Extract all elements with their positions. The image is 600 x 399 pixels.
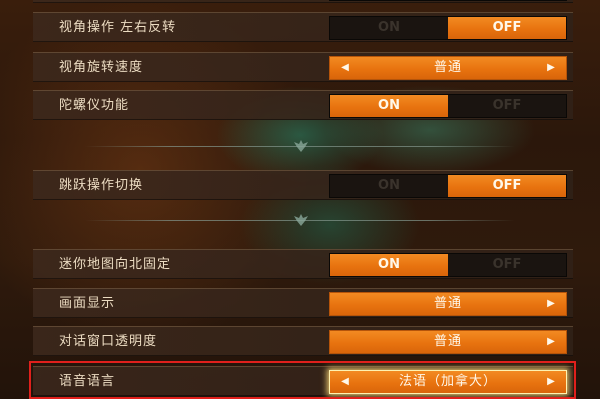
camera-invert-top-fragment [329, 0, 567, 1]
selector-value: 普通 [433, 60, 462, 75]
toggle-off[interactable]: OFF [448, 254, 566, 276]
minimap-north-toggle[interactable]: ON OFF [329, 253, 567, 277]
row-label: 对话窗口透明度 [59, 334, 158, 349]
row-label: 视角旋转速度 [59, 60, 144, 75]
right-arrow-icon[interactable]: ▶ [540, 331, 562, 353]
toggle-off[interactable]: OFF [448, 95, 566, 117]
toggle-on[interactable]: ON [330, 254, 448, 276]
winged-crest-icon [294, 214, 308, 226]
selector-value: 普通 [433, 334, 462, 349]
row-label: 跳跃操作切换 [59, 178, 144, 193]
row-label: 陀螺仪功能 [59, 98, 130, 113]
settings-row-minimap-north: 迷你地图向北固定 ON OFF [33, 249, 573, 279]
toggle-on[interactable]: ON [330, 95, 448, 117]
gyro-toggle[interactable]: ON OFF [329, 94, 567, 118]
jump-toggle[interactable]: ON OFF [329, 174, 567, 198]
settings-row-camera-invert-lr: 视角操作 左右反转 ON OFF [33, 12, 573, 42]
camera-speed-selector[interactable]: ◀ 普通 ▶ [329, 56, 567, 80]
camera-invert-toggle[interactable]: ON OFF [329, 16, 567, 40]
row-label: 视角操作 左右反转 [59, 20, 177, 35]
settings-row-jump: 跳跃操作切换 ON OFF [33, 170, 573, 200]
settings-row-screen-display: 画面显示 普通 ▶ [33, 288, 573, 318]
settings-row-camera-speed: 视角旋转速度 ◀ 普通 ▶ [33, 52, 573, 82]
right-arrow-icon[interactable]: ▶ [540, 293, 562, 315]
right-arrow-icon[interactable]: ▶ [540, 57, 562, 79]
settings-row-dialog-opacity: 对话窗口透明度 普通 ▶ [33, 326, 573, 356]
dialog-opacity-selector[interactable]: 普通 ▶ [329, 330, 567, 354]
settings-row-camera-invert [33, 0, 573, 3]
screen-display-selector[interactable]: 普通 ▶ [329, 292, 567, 316]
row-label: 迷你地图向北固定 [59, 257, 172, 272]
toggle-off[interactable]: OFF [448, 17, 566, 39]
row-label: 画面显示 [59, 296, 116, 311]
toggle-on[interactable]: ON [330, 175, 448, 197]
toggle-off[interactable]: OFF [448, 175, 566, 197]
highlight-box [29, 361, 576, 399]
toggle-on[interactable]: ON [330, 17, 448, 39]
winged-crest-icon [294, 140, 308, 152]
settings-row-gyro: 陀螺仪功能 ON OFF [33, 90, 573, 120]
selector-value: 普通 [433, 296, 462, 311]
